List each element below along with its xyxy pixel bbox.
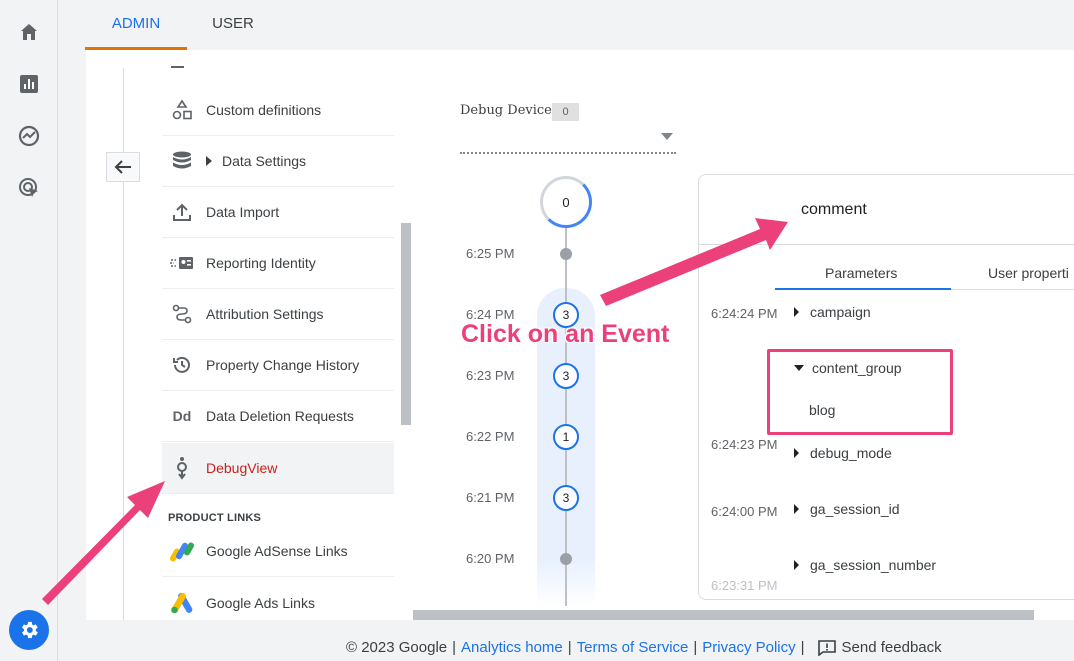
dd-icon: Dd (172, 408, 192, 424)
param-time: 6:24:24 PM (711, 306, 778, 321)
tab-admin[interactable]: ADMIN (85, 0, 187, 50)
expand-icon (794, 560, 799, 570)
menu-label: Reporting Identity (206, 255, 316, 271)
menu-label: Custom definitions (206, 102, 322, 118)
nav-scrollbar[interactable] (401, 223, 411, 425)
page-footer: © 2023 Google | Analytics home | Terms o… (346, 639, 942, 656)
footer-link-terms[interactable]: Terms of Service (577, 639, 689, 656)
tab-parameters[interactable]: Parameters (825, 265, 897, 281)
debug-icon (170, 456, 194, 480)
collapsed-item-dash (171, 66, 184, 68)
menu-data-settings[interactable]: Data Settings (162, 136, 394, 187)
google-ads-icon (170, 591, 194, 615)
param-row[interactable]: campaign (794, 304, 871, 320)
menu-google-adsense-links[interactable]: Google AdSense Links (162, 526, 394, 577)
highlight-annotation-box (767, 349, 953, 435)
seconds-stream-counter[interactable]: 0 (540, 176, 592, 228)
send-feedback-link[interactable]: Send feedback (842, 639, 942, 656)
horizontal-scrollbar[interactable] (413, 610, 1034, 620)
database-icon (170, 149, 194, 173)
arrow-left-icon (114, 160, 131, 174)
menu-custom-definitions[interactable]: Custom definitions (162, 85, 394, 136)
attribution-icon (170, 302, 194, 326)
event-detail-card: comment Parameters User properti 6:24:24… (698, 174, 1074, 600)
menu-label: Attribution Settings (206, 306, 324, 322)
expand-icon (794, 504, 799, 514)
shapes-icon (170, 98, 194, 122)
menu-label: Google AdSense Links (206, 543, 348, 559)
admin-user-tabs: ADMIN USER (58, 0, 1074, 50)
back-button[interactable] (106, 152, 140, 182)
tab-user[interactable]: USER (200, 0, 266, 50)
param-name: campaign (810, 304, 871, 320)
expand-icon (794, 448, 799, 458)
timeline-time: 6:23 PM (466, 368, 515, 383)
footer-separator: | (452, 639, 457, 656)
menu-label: Data Import (206, 204, 280, 220)
menu-label: Property Change History (206, 357, 360, 373)
expand-icon (794, 307, 799, 317)
menu-property-change-history[interactable]: Property Change History (162, 340, 394, 391)
home-icon[interactable] (15, 18, 43, 46)
menu-attribution-settings[interactable]: Attribution Settings (162, 289, 394, 340)
param-row[interactable]: ga_session_number (794, 557, 936, 573)
menu-label: Google Ads Links (206, 594, 315, 611)
param-row[interactable]: debug_mode (794, 445, 892, 461)
menu-label: DebugView (206, 460, 278, 476)
event-title: comment (801, 201, 867, 218)
explore-icon[interactable] (15, 122, 43, 150)
footer-link-analytics-home[interactable]: Analytics home (461, 639, 563, 656)
debug-device-select[interactable] (460, 152, 676, 154)
timeline-event-count[interactable]: 3 (553, 363, 579, 389)
timeline-line (565, 226, 567, 606)
admin-gear-icon[interactable] (9, 610, 49, 650)
timeline-empty-dot (560, 553, 572, 565)
timeline-time: 6:21 PM (466, 490, 515, 505)
timeline-time: 6:22 PM (466, 429, 515, 444)
param-name: ga_session_id (810, 501, 900, 517)
timeline-empty-dot (560, 248, 572, 260)
menu-data-import[interactable]: Data Import (162, 187, 394, 238)
active-tab-underline (775, 288, 951, 290)
left-nav-rail (0, 0, 58, 661)
debug-device-label: Debug Device (460, 103, 552, 118)
product-links-heading: PRODUCT LINKS (168, 512, 262, 524)
param-row[interactable]: ga_session_id (794, 501, 900, 517)
advertising-icon[interactable] (15, 174, 43, 202)
param-time: 6:23:31 PM (711, 578, 778, 593)
menu-google-ads-links[interactable]: Google Ads Links (162, 577, 394, 628)
debug-device-count: 0 (552, 103, 579, 121)
tab-user-properties[interactable]: User properti (988, 265, 1069, 281)
card-divider (699, 244, 1074, 245)
footer-separator: | (567, 639, 572, 656)
param-name: debug_mode (810, 445, 892, 461)
timeline-event-count[interactable]: 3 (553, 485, 579, 511)
adsense-icon (170, 539, 194, 563)
menu-label: Data Deletion Requests (206, 408, 354, 424)
param-time: 6:24:23 PM (711, 437, 778, 452)
menu-label: Data Settings (222, 153, 307, 169)
footer-link-privacy[interactable]: Privacy Policy (702, 639, 795, 656)
timeline-time: 6:20 PM (466, 551, 515, 566)
param-name: ga_session_number (810, 557, 937, 573)
menu-reporting-identity[interactable]: Reporting Identity (162, 238, 394, 289)
upload-icon (170, 200, 194, 224)
nav-divider (123, 68, 124, 620)
footer-separator: | (800, 639, 805, 656)
menu-data-deletion-requests[interactable]: Dd Data Deletion Requests (162, 391, 394, 442)
footer-separator: | (693, 639, 698, 656)
param-time: 6:24:00 PM (711, 504, 778, 519)
history-icon (170, 353, 194, 377)
feedback-icon (817, 639, 836, 656)
identity-icon (170, 251, 194, 275)
tab-rule (951, 289, 1074, 290)
footer-copyright: © 2023 Google (346, 639, 448, 656)
menu-debugview[interactable]: DebugView (162, 443, 394, 494)
caret-right-icon (206, 156, 212, 166)
chevron-down-icon[interactable] (661, 133, 673, 140)
timeline-time: 6:25 PM (466, 246, 515, 261)
annotation-callout: Click on an Event (461, 320, 670, 348)
timeline-event-count[interactable]: 1 (553, 424, 579, 450)
reports-icon[interactable] (15, 70, 43, 98)
